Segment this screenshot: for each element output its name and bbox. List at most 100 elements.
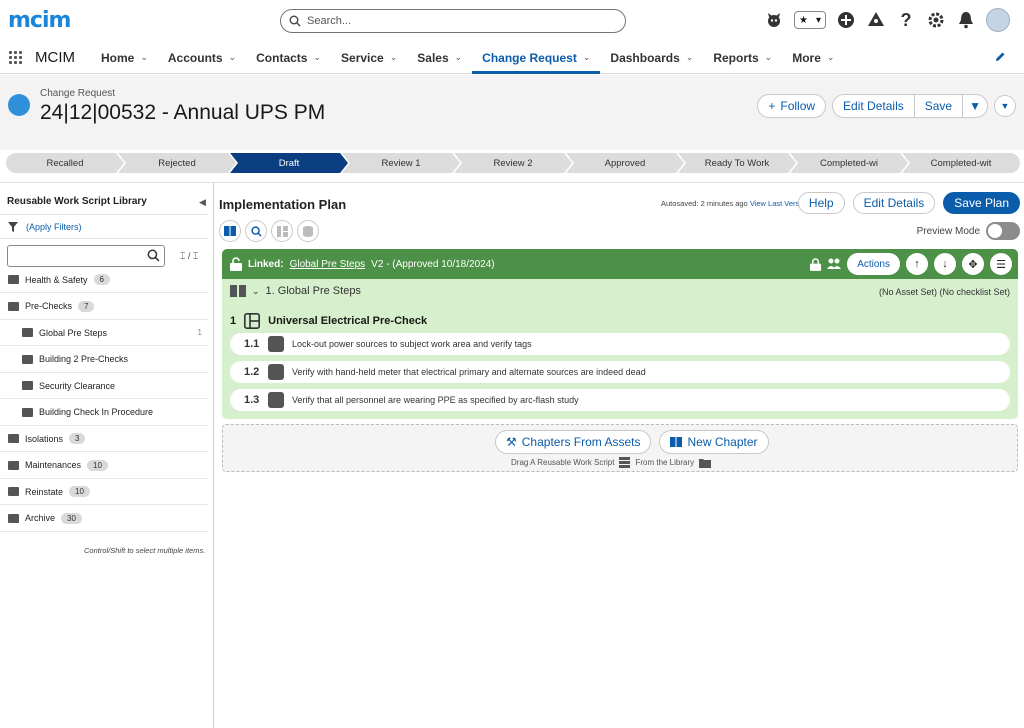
lock-icon[interactable] [810, 257, 822, 271]
nav-item-sales[interactable]: Sales ⌄ [407, 42, 472, 74]
library-item-count: 3 [69, 433, 86, 444]
preview-mode-toggle[interactable] [986, 222, 1020, 240]
agent-icon[interactable] [764, 10, 784, 30]
chapters-from-assets-button[interactable]: ⚒ Chapters From Assets [495, 430, 652, 454]
linked-script-panel: Linked: Global Pre Steps V2 - (Approved … [222, 249, 1018, 419]
arrow-down-icon[interactable]: ↓ [934, 253, 956, 275]
edit-details-button[interactable]: Edit Details [852, 192, 936, 214]
panel-divider [213, 183, 214, 728]
edit-nav-pencil-icon[interactable] [994, 51, 1006, 63]
app-launcher-icon[interactable] [9, 50, 23, 65]
database-icon[interactable] [297, 220, 319, 242]
trailhead-icon[interactable] [866, 10, 886, 30]
chevron-down-icon[interactable]: ⌄ [390, 52, 398, 63]
unlock-icon[interactable] [230, 257, 242, 271]
collapse-icon[interactable]: ☰ [990, 253, 1012, 275]
nav-item-label: Accounts [167, 50, 223, 65]
global-actions-icon[interactable] [836, 10, 856, 30]
substep-row[interactable]: 1.1 Lock-out power sources to subject wor… [230, 333, 1010, 355]
nav-item-change-request[interactable]: Change Request ⌄ [472, 42, 601, 74]
library-item[interactable]: Security Clearance [0, 373, 208, 399]
nav-item-service[interactable]: Service ⌄ [331, 42, 407, 74]
path-stage-review-2[interactable]: Review 2 [454, 153, 572, 173]
substep-row[interactable]: 1.2 Verify with hand-held meter that elec… [230, 361, 1010, 383]
chapter-title: 1. Global Pre Steps [265, 285, 361, 297]
search-icon[interactable] [245, 220, 267, 242]
follow-button[interactable]: + Follow [757, 94, 827, 118]
change-request-record-icon [8, 94, 30, 116]
people-icon[interactable] [827, 258, 842, 270]
chevron-down-icon[interactable]: ⌄ [229, 52, 237, 63]
move-icon[interactable]: ✥ [962, 253, 984, 275]
chevron-down-icon[interactable]: ⌄ [455, 52, 463, 63]
linked-script-link[interactable]: Global Pre Steps [290, 259, 366, 270]
favorites-button[interactable]: ★ ▾ [794, 11, 826, 29]
more-actions-dropdown[interactable]: ▼ [963, 95, 987, 117]
library-item[interactable]: Building 2 Pre-Checks [0, 347, 208, 373]
library-item-count: 10 [69, 486, 90, 497]
chevron-down-icon[interactable]: ⌄ [252, 286, 260, 297]
drop-zone[interactable]: ⚒ Chapters From Assets New Chapter Drag … [222, 424, 1018, 472]
new-chapter-button[interactable]: New Chapter [659, 430, 769, 454]
library-item[interactable]: Reinstate 10 [0, 479, 208, 505]
book-icon[interactable] [219, 220, 241, 242]
nav-item-home[interactable]: Home ⌄ [91, 42, 158, 74]
header-dropdown-button[interactable]: ▼ [994, 95, 1016, 117]
chevron-down-icon[interactable]: ⌄ [827, 52, 835, 63]
chevron-down-icon[interactable]: ⌄ [583, 52, 591, 63]
substep-row[interactable]: 1.3 Verify that all personnel are wearing… [230, 389, 1010, 411]
nav-item-reports[interactable]: Reports ⌄ [703, 42, 782, 74]
chevron-down-icon[interactable]: ⌄ [140, 52, 148, 63]
drag-hint-text-a: Drag A Reusable Work Script [511, 458, 615, 467]
book-icon [22, 328, 33, 337]
user-avatar[interactable] [986, 8, 1010, 32]
library-item[interactable]: Global Pre Steps 1 [0, 320, 208, 346]
gear-icon[interactable] [926, 10, 946, 30]
arrow-up-icon[interactable]: ↑ [906, 253, 928, 275]
edit-details-button[interactable]: Edit Details [833, 95, 915, 117]
nav-item-accounts[interactable]: Accounts ⌄ [158, 42, 246, 74]
library-item[interactable]: Maintenances 10 [0, 453, 208, 479]
path-stage-completed-wi[interactable]: Completed-wi [790, 153, 908, 173]
save-button[interactable]: Save [915, 95, 964, 117]
nav-item-dashboards[interactable]: Dashboards ⌄ [600, 42, 703, 74]
library-item[interactable]: Building Check In Procedure [0, 400, 208, 426]
library-item[interactable]: Archive 30 [0, 506, 208, 532]
step-layout-icon[interactable] [244, 313, 261, 329]
library-item[interactable]: Isolations 3 [0, 426, 208, 452]
book-icon[interactable] [230, 285, 246, 297]
record-actions: + Follow Edit Details Save ▼ ▼ [757, 94, 1016, 118]
global-search-input[interactable]: Search... [280, 9, 626, 33]
chapter-meta: (No Asset Set) (No checklist Set) [878, 287, 1010, 297]
apply-filters-link[interactable]: (Apply Filters) [8, 222, 82, 232]
layout-icon[interactable] [271, 220, 293, 242]
path-stage-recalled[interactable]: Recalled [6, 153, 124, 173]
chevron-down-icon[interactable]: ⌄ [686, 52, 694, 63]
path-stage-review-1[interactable]: Review 1 [342, 153, 460, 173]
nav-item-contacts[interactable]: Contacts ⌄ [246, 42, 331, 74]
autosave-status: Autosaved: 2 minutes ago View Last Versi… [661, 199, 809, 208]
library-search-input[interactable] [7, 245, 165, 267]
path-stage-approved[interactable]: Approved [566, 153, 684, 173]
chevron-down-icon[interactable]: ⌄ [765, 52, 773, 63]
path-stage-ready-to-work[interactable]: Ready To Work [678, 153, 796, 173]
library-item[interactable]: Health & Safety 6 [0, 267, 208, 293]
linked-version: V2 - (Approved 10/18/2024) [371, 258, 495, 270]
sort-toggle[interactable]: ⌶ / ⌶ [180, 251, 198, 262]
help-button[interactable]: Help [797, 192, 845, 214]
path-stage-draft[interactable]: Draft [230, 153, 348, 173]
collapse-library-icon[interactable]: ◀ [199, 197, 206, 208]
help-icon[interactable]: ? [896, 10, 916, 30]
path-stage-rejected[interactable]: Rejected [118, 153, 236, 173]
library-item[interactable]: Pre-Checks 7 [0, 294, 208, 320]
nav-item-more[interactable]: More ⌄ [782, 42, 844, 74]
bell-icon[interactable] [956, 10, 976, 30]
library-item-label: Building 2 Pre-Checks [39, 354, 129, 364]
mcim-logo[interactable]: mcim [8, 8, 71, 33]
library-item-count: 30 [61, 512, 82, 524]
actions-button[interactable]: Actions [847, 253, 900, 275]
save-plan-button[interactable]: Save Plan [943, 192, 1020, 214]
chevron-down-icon[interactable]: ⌄ [313, 52, 321, 63]
stack-icon [268, 392, 284, 408]
path-stage-completed-wit[interactable]: Completed-wit [902, 153, 1020, 173]
